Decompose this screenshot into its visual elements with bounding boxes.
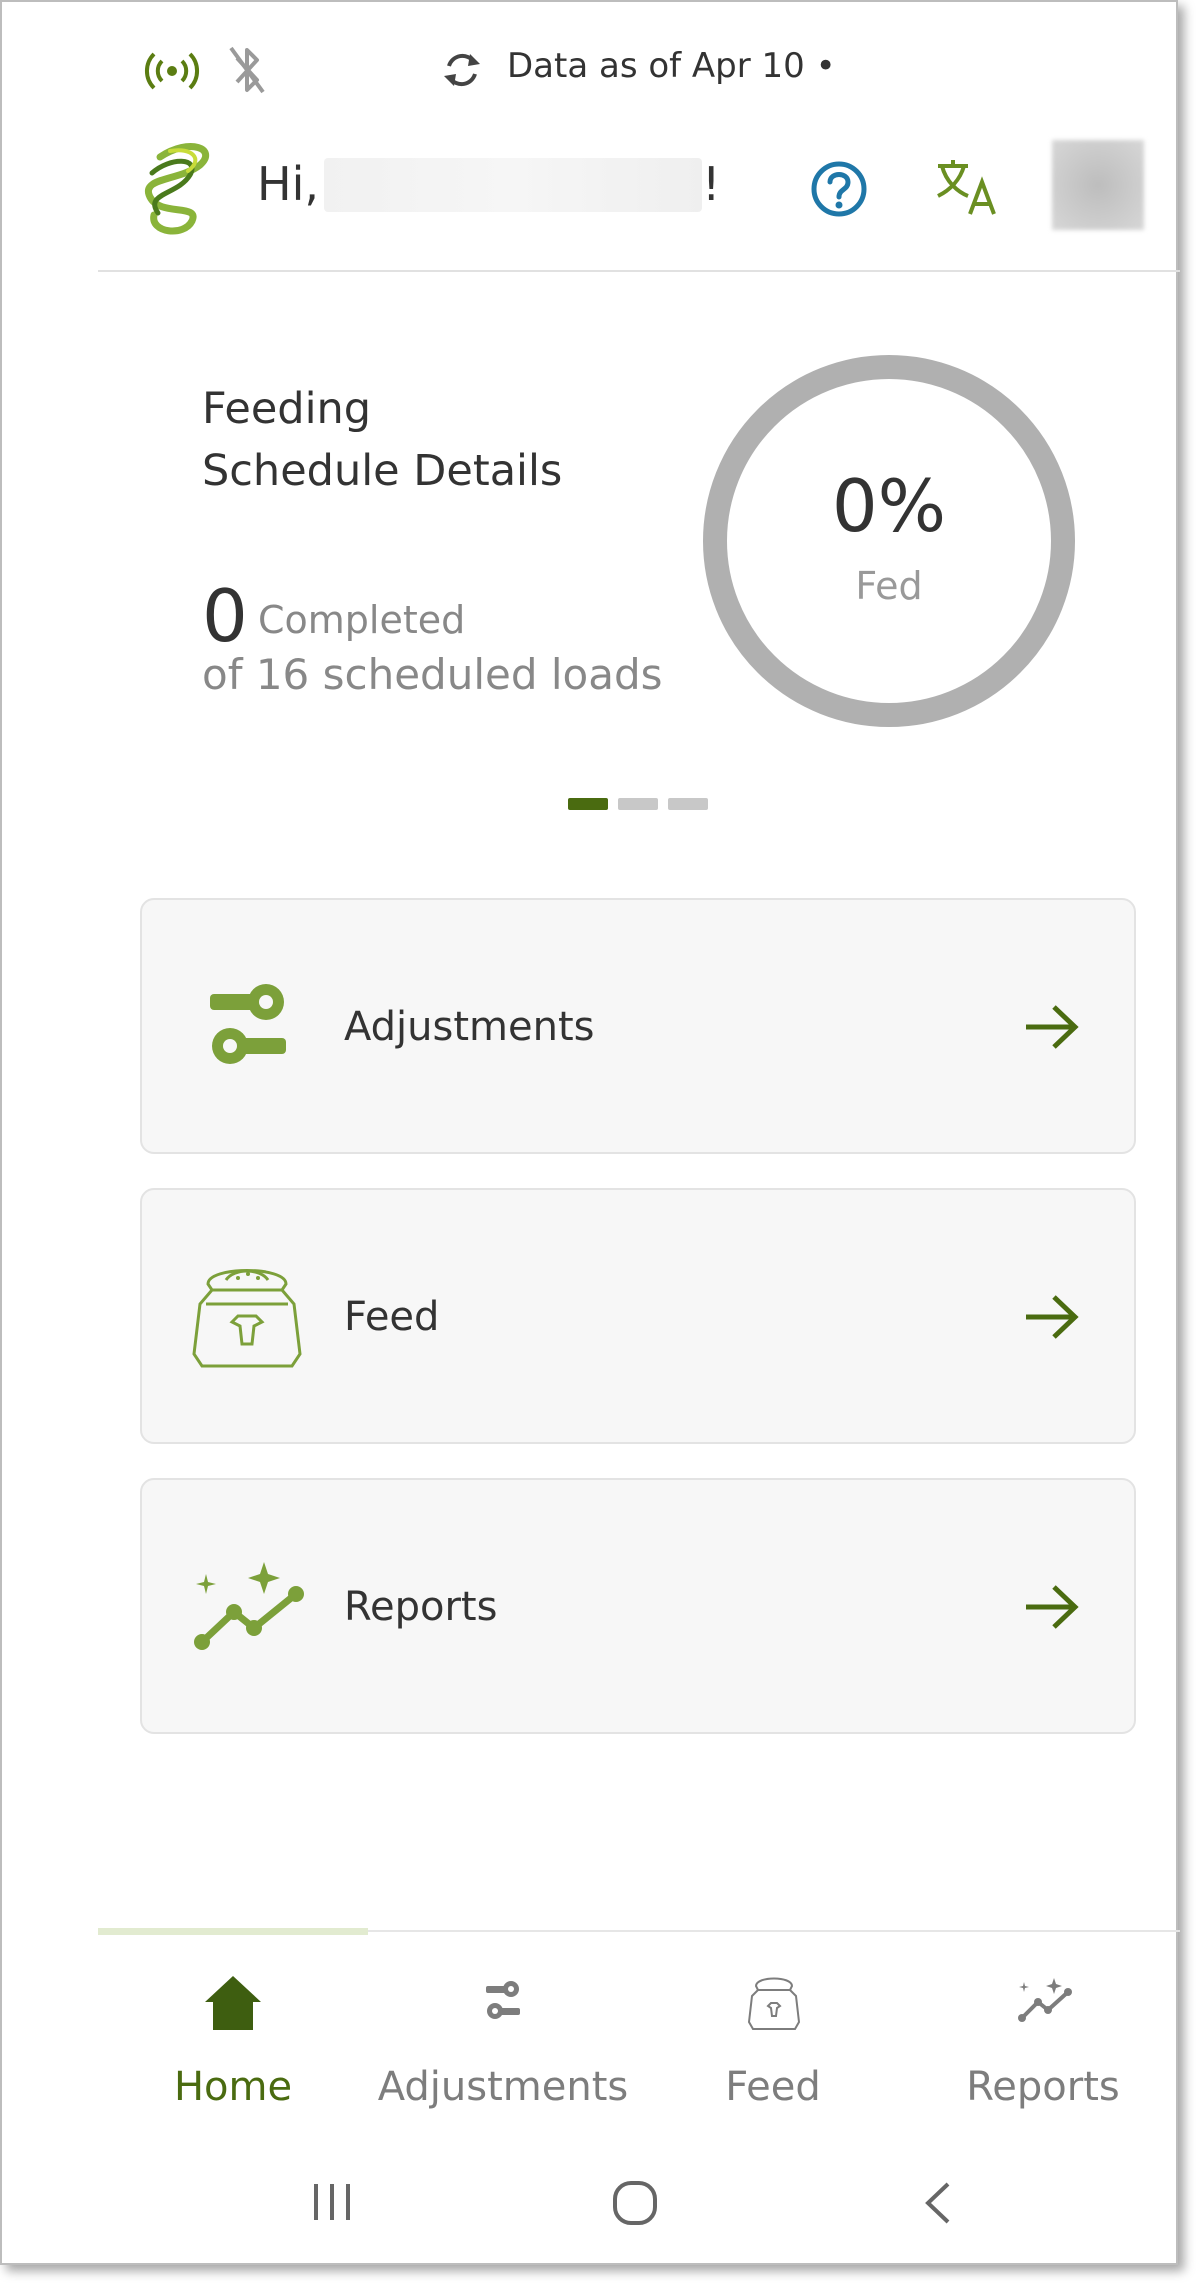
summary-title-line1: Feeding [202,384,372,434]
adjustments-card[interactable]: Adjustments [140,898,1136,1154]
nav-feed-label: Feed [725,2064,821,2110]
scheduled-loads-text: of 16 scheduled loads [202,650,663,699]
pager-dot-2[interactable] [618,798,658,810]
nav-reports-label: Reports [966,2064,1120,2110]
app-logo [130,137,220,237]
avatar[interactable] [1052,140,1144,230]
fed-progress-ring: 0% Fed [702,354,1076,728]
arrow-right-icon [1024,1002,1080,1052]
reports-chart-icon [1016,1976,1076,2024]
summary-title-line2: Schedule Details [202,446,563,496]
completed-label: Completed [258,598,466,642]
data-as-of-text: Data as of Apr 10 • ( [507,46,843,86]
back-button[interactable] [920,2180,956,2226]
feed-bag-icon [746,1972,802,2032]
adjustments-card-label: Adjustments [344,1004,595,1050]
sync-icon[interactable] [440,46,484,94]
feed-bag-icon [188,1254,306,1372]
arrow-right-icon [1024,1292,1080,1342]
nav-adjustments[interactable]: Adjustments [368,1962,638,2122]
help-circle-icon[interactable] [810,160,868,218]
user-name-redacted [324,158,702,212]
arrow-right-icon [1024,1582,1080,1632]
feed-card[interactable]: Feed [140,1188,1136,1444]
percent-fed-value: 0% [831,464,947,548]
fed-label: Fed [855,564,923,608]
nav-reports[interactable]: Reports [908,1962,1178,2122]
recent-apps-button[interactable] [310,2180,354,2224]
greeting-prefix: Hi, [257,157,319,211]
reports-chart-icon [190,1560,310,1654]
pager-dot-1[interactable] [568,798,608,810]
home-button[interactable] [612,2180,658,2226]
phone-screen: Data as of Apr 10 • ( Hi, ! Feeding Sche… [0,0,1180,2265]
adjustments-icon [485,1978,521,2024]
feed-card-label: Feed [344,1294,440,1340]
nav-home[interactable]: Home [98,1962,368,2122]
active-tab-indicator [98,1928,368,1935]
reports-card-label: Reports [344,1584,498,1630]
nav-adjustments-label: Adjustments [377,2064,629,2110]
adjustments-icon [208,980,288,1070]
reports-card[interactable]: Reports [140,1478,1136,1734]
carousel-pager [568,798,712,810]
wireless-signal-icon [142,46,202,96]
completed-count: 0 [202,574,248,658]
home-icon [203,1974,263,2032]
bluetooth-off-icon [227,42,267,98]
nav-home-label: Home [173,2064,293,2110]
greeting-suffix: ! [702,157,721,211]
nav-feed[interactable]: Feed [638,1962,908,2122]
pager-dot-3[interactable] [668,798,708,810]
translate-icon[interactable] [934,156,998,218]
header-divider [98,270,1180,272]
